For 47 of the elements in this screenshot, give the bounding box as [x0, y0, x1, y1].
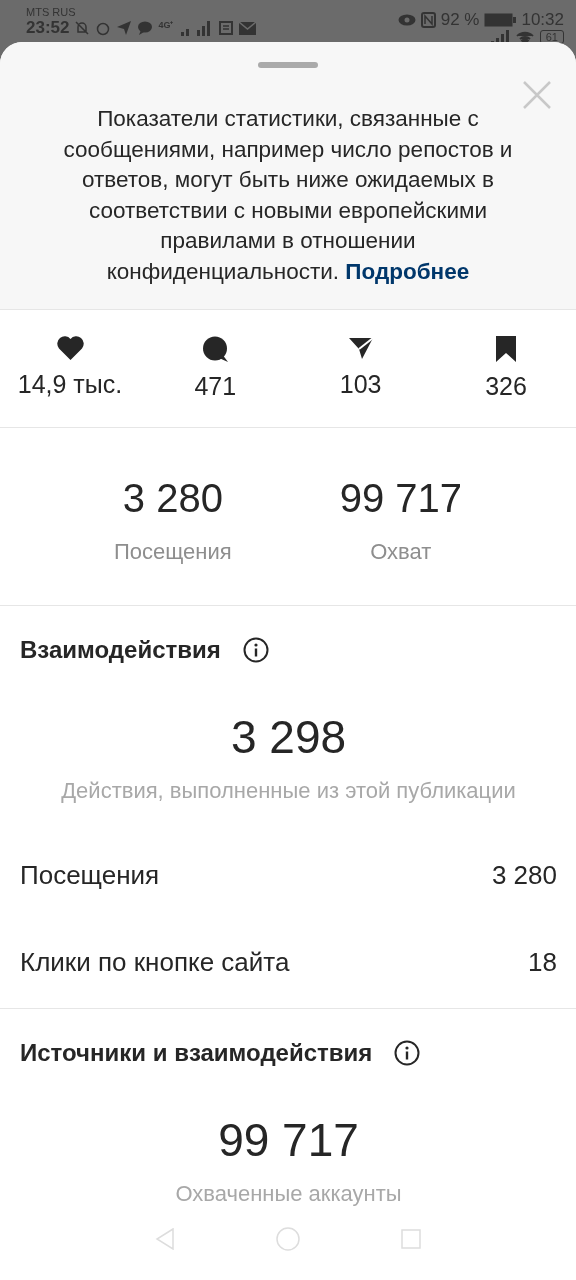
send-icon: [116, 20, 133, 36]
section-title: Источники и взаимодействия: [20, 1039, 373, 1067]
comment-icon: [202, 336, 229, 362]
status-time: 10:32: [521, 10, 564, 30]
row-value: 18: [528, 947, 557, 978]
learn-more-link[interactable]: Подробнее: [345, 258, 470, 284]
news-icon: [217, 20, 234, 36]
nfc-icon: [420, 12, 436, 28]
recents-icon[interactable]: [401, 1229, 421, 1249]
network-type: 4G⁺: [158, 19, 174, 31]
counter-value: 326: [485, 372, 527, 401]
heart-icon: [56, 336, 84, 360]
signal-icon: [178, 20, 213, 36]
mail-icon: [238, 21, 256, 35]
status-time: 23:52: [26, 18, 70, 38]
home-icon[interactable]: [275, 1226, 301, 1252]
total-caption: Охваченные аккаунты: [175, 1181, 402, 1207]
drag-handle[interactable]: [258, 62, 318, 68]
counter-value: 471: [194, 372, 237, 401]
metric-label: Посещения: [113, 539, 232, 565]
chat-icon: [137, 20, 154, 36]
counter-value: 14,9 тыс.: [17, 370, 123, 399]
bell-off-icon: [74, 20, 91, 36]
info-icon[interactable]: [394, 1040, 421, 1066]
metric-label: Охват: [370, 539, 432, 565]
notice-text: Показатели статистики, связанные с сообщениями, например число репостов и ответов, могут быть ниже ожидаемых в соответствии с новыми европейскими правилами в отношении конфиденциальности. Подробнее: [62, 105, 514, 286]
total-value: 99 717: [218, 1113, 359, 1167]
send-icon: [347, 336, 374, 360]
carrier-name: MTS RUS: [26, 6, 77, 18]
metric-value: 99 717: [339, 476, 462, 521]
metric-value: 3 280: [122, 476, 223, 521]
eye-icon: [397, 14, 416, 26]
total-caption: Действия, выполненные из этой публикации: [61, 778, 516, 804]
wifi-icon: [514, 30, 535, 44]
back-icon[interactable]: [155, 1228, 175, 1250]
total-value: 3 298: [230, 710, 347, 764]
section-title: Взаимодействия: [20, 636, 221, 664]
battery-icon: [484, 13, 517, 27]
row-label: Посещения: [20, 860, 160, 891]
close-button[interactable]: [522, 80, 552, 110]
info-icon[interactable]: [242, 637, 269, 663]
counter-value: 103: [339, 370, 382, 399]
row-value: 3 280: [491, 860, 557, 891]
battery-percent: 92 %: [440, 10, 480, 30]
bookmark-icon: [495, 336, 517, 362]
alarm-icon: [95, 20, 112, 36]
row-label: Клики по кнопке сайта: [20, 947, 290, 978]
